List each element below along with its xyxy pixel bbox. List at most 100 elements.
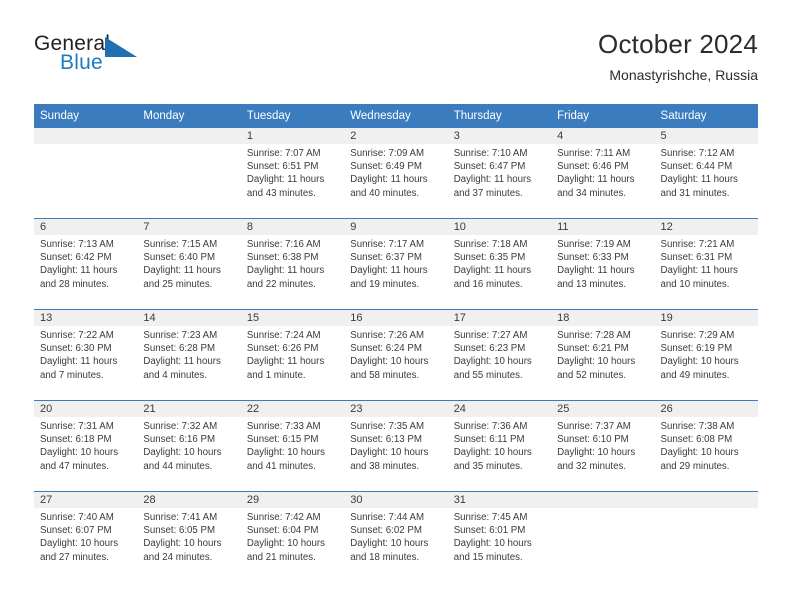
day-cell[interactable]: 2 Sunrise: 7:09 AM Sunset: 6:49 PM Daylight… [344,128,448,218]
day-cell[interactable]: 27 Sunrise: 7:40 AM Sunset: 6:07 PM Dayligh… [34,492,138,582]
day-cell[interactable]: 23 Sunrise: 7:35 AM Sunset: 6:13 PM Dayligh… [344,401,448,491]
daylight-text: Daylight: 10 hours and 44 minutes. [143,447,222,472]
day-cell[interactable]: 17 Sunrise: 7:27 AM Sunset: 6:23 PM Dayligh… [447,310,552,400]
day-cell[interactable]: 22 Sunrise: 7:33 AM Sunset: 6:15 PM Dayligh… [240,401,345,491]
sunset-text: Sunset: 6:15 PM [246,434,319,446]
day-cell[interactable]: 12 Sunrise: 7:21 AM Sunset: 6:31 PM Dayligh… [654,219,758,309]
day-sun-info: Sunrise: 7:10 AM Sunset: 6:47 PM Daylight:… [448,144,551,200]
day-cell[interactable]: 6 Sunrise: 7:13 AM Sunset: 6:42 PM Daylight… [34,219,138,309]
sunset-text: Sunset: 6:05 PM [143,525,216,537]
day-cell[interactable]: 7 Sunrise: 7:15 AM Sunset: 6:40 PM Daylight… [137,219,241,309]
daylight-text: Daylight: 10 hours and 35 minutes. [453,447,532,472]
sunrise-text: Sunrise: 7:17 AM [350,239,425,250]
day-cell[interactable]: 24 Sunrise: 7:36 AM Sunset: 6:11 PM Dayligh… [447,401,552,491]
daylight-text: Daylight: 10 hours and 58 minutes. [350,356,429,381]
sunrise-text: Sunrise: 7:33 AM [246,421,321,432]
day-cell[interactable]: 1 Sunrise: 7:07 AM Sunset: 6:51 PM Daylight… [240,128,345,218]
sunrise-text: Sunrise: 7:36 AM [453,421,528,432]
sunset-text: Sunset: 6:26 PM [246,343,319,355]
calendar-week-row: 6 Sunrise: 7:13 AM Sunset: 6:42 PM Daylight… [34,218,758,309]
day-sun-info: Sunrise: 7:42 AM Sunset: 6:04 PM Daylight:… [241,508,344,564]
day-cell[interactable]: 30 Sunrise: 7:44 AM Sunset: 6:02 PM Dayligh… [344,492,448,582]
sunrise-text: Sunrise: 7:11 AM [557,148,631,159]
day-cell[interactable]: 13 Sunrise: 7:22 AM Sunset: 6:30 PM Dayligh… [34,310,138,400]
day-cell[interactable]: 10 Sunrise: 7:18 AM Sunset: 6:35 PM Dayligh… [447,219,552,309]
day-cell[interactable]: 21 Sunrise: 7:32 AM Sunset: 6:16 PM Dayligh… [137,401,241,491]
sunset-text: Sunset: 6:38 PM [246,252,319,264]
day-cell[interactable]: 31 Sunrise: 7:45 AM Sunset: 6:01 PM Dayligh… [447,492,552,582]
day-number [654,492,758,508]
sunset-text: Sunset: 6:04 PM [246,525,319,537]
daylight-text: Daylight: 10 hours and 18 minutes. [350,538,429,563]
day-number: 3 [447,128,552,144]
day-sun-info: Sunrise: 7:45 AM Sunset: 6:01 PM Daylight:… [448,508,551,564]
day-sun-info: Sunrise: 7:38 AM Sunset: 6:08 PM Daylight:… [655,417,758,473]
daylight-text: Daylight: 10 hours and 38 minutes. [350,447,429,472]
sunrise-text: Sunrise: 7:16 AM [246,239,321,250]
day-sun-info: Sunrise: 7:24 AM Sunset: 6:26 PM Daylight:… [241,326,344,382]
calendar-week-row: 1 Sunrise: 7:07 AM Sunset: 6:51 PM Daylight… [34,128,758,218]
day-cell[interactable]: 8 Sunrise: 7:16 AM Sunset: 6:38 PM Daylight… [240,219,345,309]
day-cell[interactable]: 18 Sunrise: 7:28 AM Sunset: 6:21 PM Dayligh… [551,310,655,400]
day-sun-info: Sunrise: 7:37 AM Sunset: 6:10 PM Daylight:… [551,417,654,473]
sunset-text: Sunset: 6:47 PM [453,161,526,173]
weekday-header-thursday: Thursday [453,110,502,122]
sunset-text: Sunset: 6:37 PM [350,252,422,264]
day-cell-empty [34,128,138,218]
day-cell[interactable]: 16 Sunrise: 7:26 AM Sunset: 6:24 PM Dayligh… [344,310,448,400]
daylight-text: Daylight: 10 hours and 29 minutes. [660,447,739,472]
sunrise-text: Sunrise: 7:24 AM [246,330,321,341]
logo-triangle-icon [105,37,137,57]
day-sun-info: Sunrise: 7:44 AM Sunset: 6:02 PM Daylight:… [344,508,447,564]
day-cell[interactable]: 29 Sunrise: 7:42 AM Sunset: 6:04 PM Dayligh… [240,492,345,582]
daylight-text: Daylight: 11 hours and 40 minutes. [350,174,428,199]
general-blue-logo[interactable]: General Blue [34,32,234,84]
day-number: 8 [240,219,345,235]
day-sun-info: Sunrise: 7:35 AM Sunset: 6:13 PM Daylight:… [344,417,447,473]
day-cell-empty [551,492,655,582]
day-cell-empty [654,492,758,582]
daylight-text: Daylight: 11 hours and 31 minutes. [660,174,738,199]
day-number: 27 [34,492,138,508]
day-number: 14 [137,310,241,326]
daylight-text: Daylight: 11 hours and 28 minutes. [40,265,118,290]
day-number: 9 [344,219,448,235]
calendar-week-row: 20 Sunrise: 7:31 AM Sunset: 6:18 PM Dayligh… [34,400,758,491]
day-number: 11 [551,219,655,235]
day-sun-info: Sunrise: 7:28 AM Sunset: 6:21 PM Daylight:… [551,326,654,382]
day-cell[interactable]: 28 Sunrise: 7:41 AM Sunset: 6:05 PM Dayligh… [137,492,241,582]
day-cell[interactable]: 5 Sunrise: 7:12 AM Sunset: 6:44 PM Daylight… [654,128,758,218]
sunset-text: Sunset: 6:11 PM [453,434,525,446]
sunrise-text: Sunrise: 7:45 AM [453,512,528,523]
sunset-text: Sunset: 6:31 PM [660,252,733,264]
day-sun-info: Sunrise: 7:41 AM Sunset: 6:05 PM Daylight:… [137,508,240,564]
day-number: 19 [654,310,758,326]
day-number: 25 [551,401,655,417]
day-number: 2 [344,128,448,144]
day-cell[interactable]: 11 Sunrise: 7:19 AM Sunset: 6:33 PM Dayligh… [551,219,655,309]
day-sun-info: Sunrise: 7:21 AM Sunset: 6:31 PM Daylight:… [655,235,758,291]
daylight-text: Daylight: 11 hours and 7 minutes. [40,356,118,381]
daylight-text: Daylight: 11 hours and 10 minutes. [660,265,738,290]
day-cell[interactable]: 20 Sunrise: 7:31 AM Sunset: 6:18 PM Dayligh… [34,401,138,491]
weekday-header-friday: Friday [557,110,590,122]
day-number: 18 [551,310,655,326]
day-cell[interactable]: 19 Sunrise: 7:29 AM Sunset: 6:19 PM Dayligh… [654,310,758,400]
day-sun-info: Sunrise: 7:27 AM Sunset: 6:23 PM Daylight:… [448,326,551,382]
daylight-text: Daylight: 11 hours and 1 minute. [246,356,325,381]
day-cell[interactable]: 4 Sunrise: 7:11 AM Sunset: 6:46 PM Daylight… [551,128,655,218]
calendar-week-row: 27 Sunrise: 7:40 AM Sunset: 6:07 PM Dayligh… [34,491,758,582]
day-sun-info: Sunrise: 7:15 AM Sunset: 6:40 PM Daylight:… [137,235,240,291]
day-cell[interactable]: 3 Sunrise: 7:10 AM Sunset: 6:47 PM Daylight… [447,128,552,218]
day-cell[interactable]: 15 Sunrise: 7:24 AM Sunset: 6:26 PM Dayligh… [240,310,345,400]
sunset-text: Sunset: 6:44 PM [660,161,733,173]
sunset-text: Sunset: 6:42 PM [40,252,112,264]
day-cell[interactable]: 9 Sunrise: 7:17 AM Sunset: 6:37 PM Daylight… [344,219,448,309]
sunrise-text: Sunrise: 7:18 AM [453,239,528,250]
day-number: 1 [240,128,345,144]
day-cell[interactable]: 14 Sunrise: 7:23 AM Sunset: 6:28 PM Dayligh… [137,310,241,400]
day-number: 20 [34,401,138,417]
day-cell[interactable]: 25 Sunrise: 7:37 AM Sunset: 6:10 PM Dayligh… [551,401,655,491]
day-sun-info: Sunrise: 7:17 AM Sunset: 6:37 PM Daylight:… [344,235,447,291]
day-cell[interactable]: 26 Sunrise: 7:38 AM Sunset: 6:08 PM Dayligh… [654,401,758,491]
